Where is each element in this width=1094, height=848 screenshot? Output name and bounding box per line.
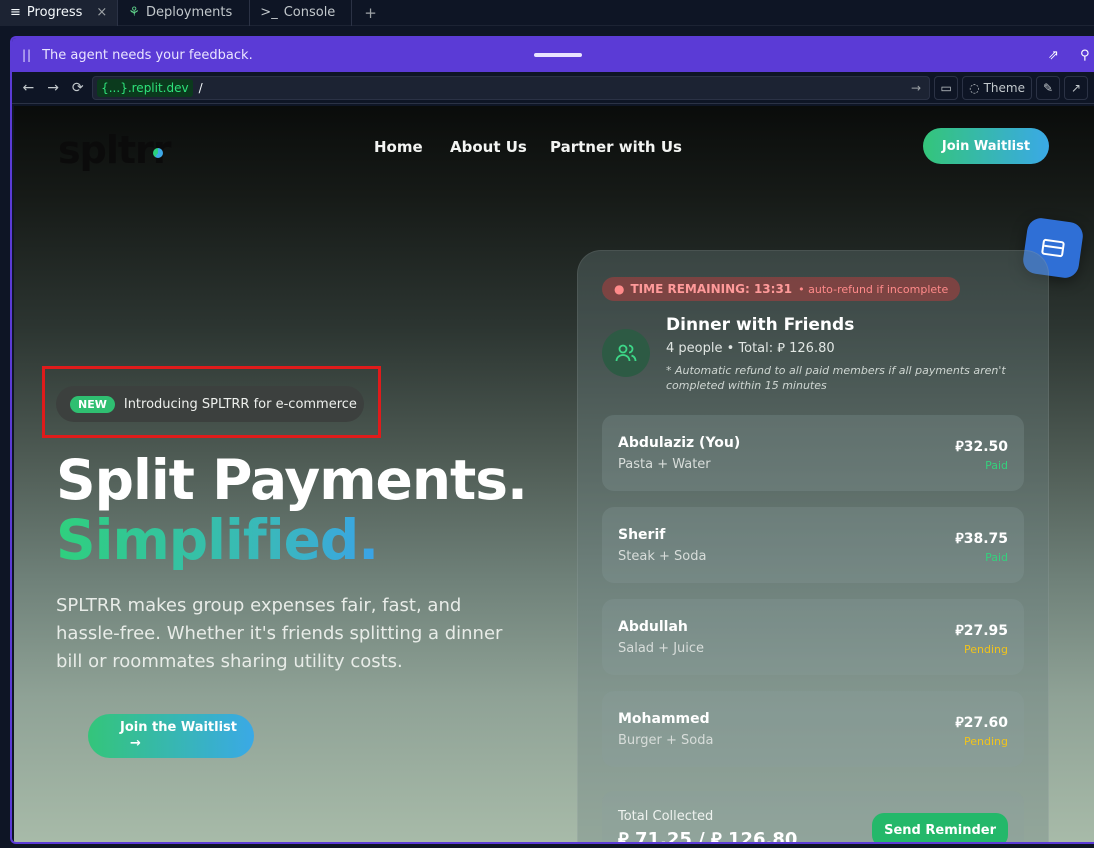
tab-console-label: Console — [283, 5, 336, 20]
go-arrow-icon[interactable]: → — [911, 81, 921, 95]
announcement-pill[interactable]: NEW Introducing SPLTRR for e-commerce — [56, 386, 364, 422]
member-row: Abdulaziz (You) Pasta + Water ⃁32.50 Pai… — [602, 415, 1024, 491]
logo-dot-icon — [153, 148, 163, 158]
timer-label: TIME REMAINING: 13:31 — [630, 282, 793, 296]
hero-headline: Split Payments. — [56, 448, 528, 512]
open-new-icon[interactable]: ↗ — [1063, 75, 1088, 100]
member-items: Pasta + Water — [618, 457, 711, 472]
tab-progress-label: Progress — [26, 5, 83, 20]
refresh-button[interactable]: ⟳ — [67, 76, 88, 100]
close-icon[interactable]: × — [96, 5, 107, 20]
credit-card-icon — [1040, 238, 1066, 258]
banner-text: The agent needs your feedback. — [42, 47, 253, 63]
send-reminder-button[interactable]: Send Reminder — [872, 813, 1008, 842]
total-label: Total Collected — [618, 809, 714, 824]
theme-label: Theme — [983, 80, 1025, 95]
add-tab-button[interactable]: + — [352, 4, 389, 22]
agent-feedback-banner: || The agent needs your feedback. ⇗ ⚲ — [12, 38, 1094, 72]
join-the-waitlist-button[interactable]: Join the Waitlist → — [88, 714, 254, 758]
deployments-icon: ⚘ — [128, 5, 140, 20]
member-name: Sherif — [618, 527, 666, 543]
member-name: Mohammed — [618, 711, 710, 727]
url-bar: ← → ⟳ {...}.replit.dev / → ▭ ◌ Theme ✎ ↗ — [12, 72, 1094, 104]
member-amount: ⃁27.95 — [955, 623, 1008, 639]
time-remaining-badge: ● TIME REMAINING: 13:31 • auto-refund if… — [602, 277, 961, 301]
member-status: Pending — [964, 735, 1008, 748]
pause-icon[interactable]: || — [22, 48, 32, 62]
member-items: Steak + Soda — [618, 549, 707, 564]
progress-icon: ≡ — [10, 5, 21, 20]
total-collected-panel: Total Collected ⃁ 71.25 / ⃁ 126.80 Send … — [602, 791, 1024, 844]
url-input[interactable]: {...}.replit.dev / → — [92, 75, 931, 100]
member-name: Abdullah — [618, 619, 688, 635]
announcement-text: Introducing SPLTRR for e-commerce — [123, 396, 357, 412]
member-amount: ⃁38.75 — [955, 531, 1008, 547]
split-bill-card: ● TIME REMAINING: 13:31 • auto-refund if… — [577, 250, 1049, 844]
wrench-icon[interactable]: ✎ — [1035, 75, 1060, 100]
member-status: Pending — [964, 643, 1008, 656]
url-domain: {...}.replit.dev — [97, 78, 193, 97]
timer-dot-icon: ● — [614, 282, 625, 296]
group-title: Dinner with Friends — [666, 315, 855, 335]
member-amount: ⃁27.60 — [955, 715, 1008, 731]
new-badge: NEW — [70, 395, 115, 413]
member-row: Abdullah Salad + Juice ⃁27.95 Pending — [602, 599, 1024, 675]
cta-main-label: Join the Waitlist — [120, 720, 237, 735]
palette-icon: ◌ — [969, 80, 980, 95]
group-subtitle: 4 people • Total: ⃁ 126.80 — [666, 341, 835, 356]
nav-home[interactable]: Home — [374, 138, 423, 156]
site-logo[interactable]: spltrr — [58, 128, 171, 172]
nav-about-us[interactable]: About Us — [450, 138, 527, 156]
url-path: / — [198, 80, 203, 95]
member-items: Salad + Juice — [618, 641, 705, 656]
member-status: Paid — [985, 459, 1008, 472]
member-items: Burger + Soda — [618, 733, 714, 748]
member-row: Mohammed Burger + Soda ⃁27.60 Pending — [602, 691, 1024, 767]
tab-console[interactable]: >_ Console — [250, 0, 353, 26]
theme-button[interactable]: ◌ Theme — [962, 75, 1032, 100]
member-name: Abdulaziz (You) — [618, 435, 741, 451]
external-link-icon[interactable]: ⇗ — [1048, 48, 1064, 64]
back-button[interactable]: ← — [18, 76, 39, 100]
nav-partner[interactable]: Partner with Us — [550, 138, 682, 156]
tab-progress[interactable]: ≡ Progress × — [0, 0, 119, 26]
member-status: Paid — [985, 551, 1008, 564]
drag-handle[interactable] — [534, 53, 582, 57]
arrow-right-icon: → — [130, 736, 141, 751]
forward-button[interactable]: → — [43, 76, 64, 100]
spltrr-landing-page: spltrr Home About Us Partner with Us Joi… — [14, 106, 1094, 844]
member-row: Sherif Steak + Soda ⃁38.75 Paid — [602, 507, 1024, 583]
total-value: ⃁ 71.25 / ⃁ 126.80 — [618, 829, 798, 844]
tab-deployments[interactable]: ⚘ Deployments — [118, 0, 251, 26]
hero-description: SPLTRR makes group expenses fair, fast, … — [56, 595, 503, 672]
devices-icon[interactable]: ▭ — [934, 75, 959, 100]
join-waitlist-button[interactable]: Join Waitlist — [923, 128, 1049, 164]
pin-icon[interactable]: ⚲ — [1080, 48, 1094, 64]
tab-deployments-label: Deployments — [145, 5, 233, 20]
console-icon: >_ — [260, 5, 278, 20]
hero-headline-accent: Simplified. — [56, 508, 379, 572]
member-amount: ⃁32.50 — [955, 439, 1008, 455]
ide-tab-bar: ≡ Progress × ⚘ Deployments >_ Console + — [0, 0, 1094, 26]
refund-note: * Automatic refund to all paid members i… — [666, 364, 1006, 392]
webview-frame: || The agent needs your feedback. ⇗ ⚲ ← … — [10, 36, 1094, 844]
group-users-icon — [602, 329, 650, 377]
timer-sub: • auto-refund if incomplete — [798, 282, 949, 296]
